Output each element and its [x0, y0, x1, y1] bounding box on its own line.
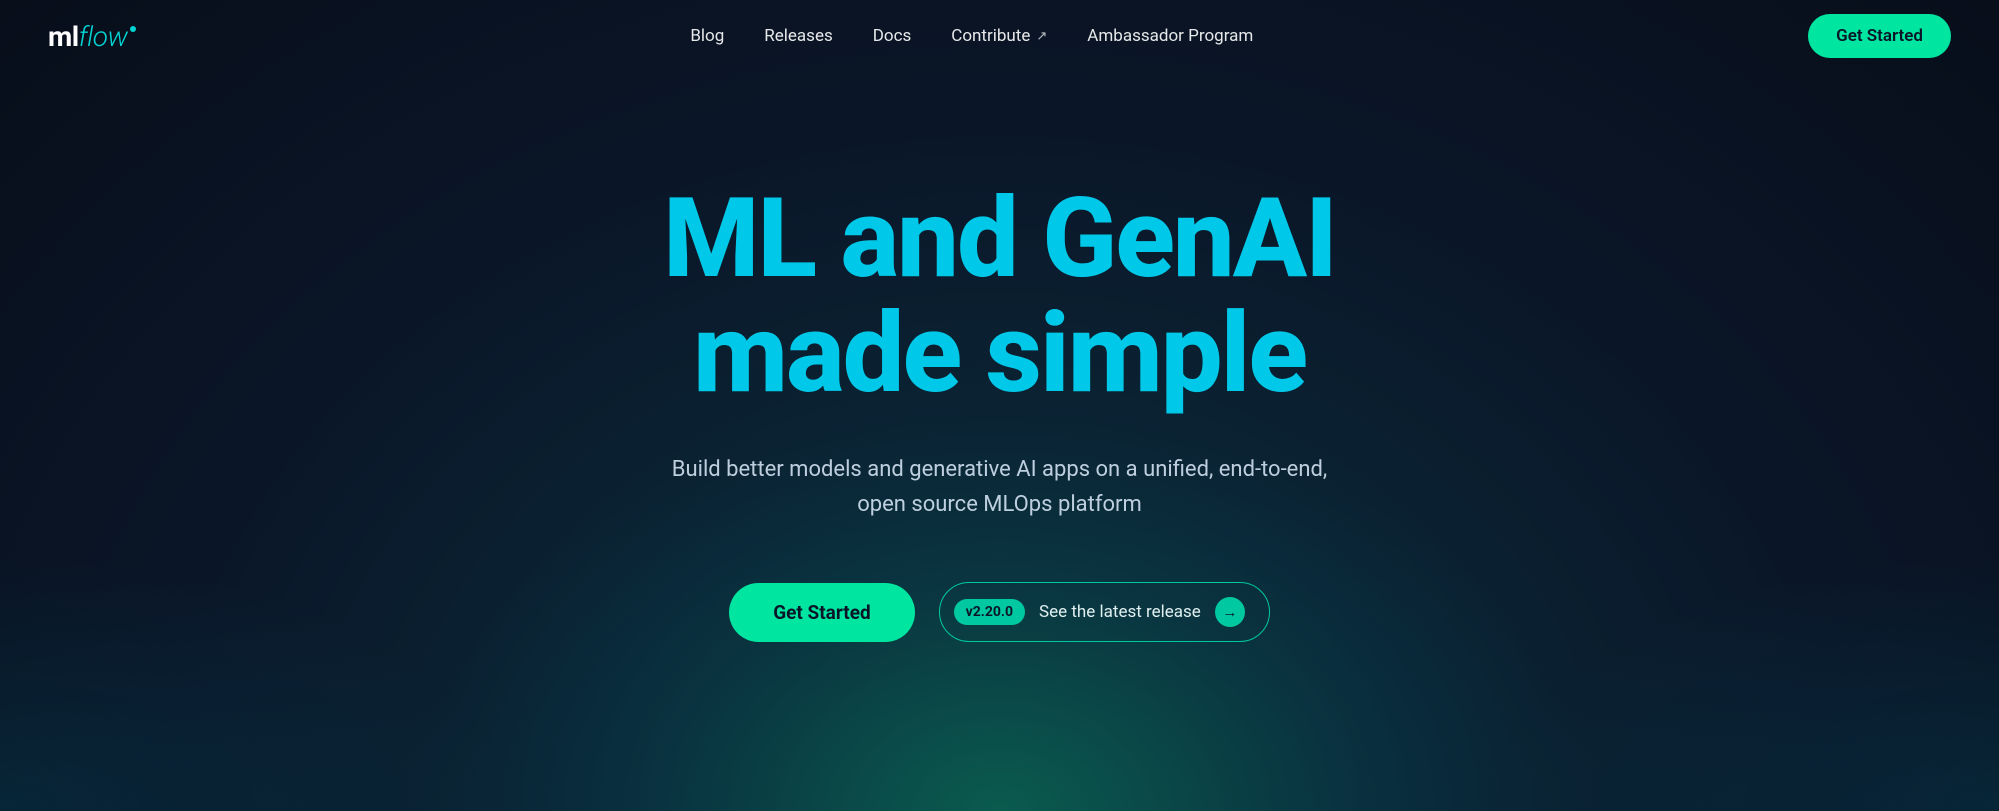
- navbar: mlflow Blog Releases Docs Contribute ↗ A…: [0, 0, 1999, 72]
- hero-subtitle-line2: open source MLOps platform: [857, 492, 1142, 517]
- version-badge: v2.20.0: [954, 599, 1025, 625]
- nav-get-started-button[interactable]: Get Started: [1808, 14, 1951, 58]
- hero-get-started-button[interactable]: Get Started: [729, 583, 914, 642]
- nav-link-releases[interactable]: Releases: [764, 26, 832, 46]
- hero-title: ML and GenAI made simple: [663, 181, 1336, 412]
- hero-subtitle-line1: Build better models and generative AI ap…: [672, 457, 1327, 482]
- nav-item-blog[interactable]: Blog: [690, 26, 724, 46]
- contribute-label: Contribute: [951, 26, 1030, 46]
- hero-title-line2: made simple: [693, 289, 1306, 418]
- nav-item-contribute[interactable]: Contribute ↗: [951, 26, 1047, 46]
- nav-item-releases[interactable]: Releases: [764, 26, 832, 46]
- logo-dot: [130, 26, 136, 32]
- nav-link-blog[interactable]: Blog: [690, 26, 724, 46]
- hero-section: ML and GenAI made simple Build better mo…: [0, 72, 1999, 811]
- nav-item-ambassador[interactable]: Ambassador Program: [1087, 26, 1253, 46]
- page-wrapper: mlflow Blog Releases Docs Contribute ↗ A…: [0, 0, 1999, 811]
- nav-item-docs[interactable]: Docs: [873, 26, 912, 46]
- logo-flow: flow: [79, 20, 128, 53]
- logo-ml: ml: [48, 20, 79, 53]
- external-link-icon: ↗: [1036, 29, 1047, 44]
- nav-link-docs[interactable]: Docs: [873, 26, 912, 46]
- release-text: See the latest release: [1039, 602, 1201, 622]
- arrow-icon: →: [1215, 597, 1245, 627]
- hero-subtitle: Build better models and generative AI ap…: [672, 452, 1327, 522]
- hero-title-line1: ML and GenAI: [663, 174, 1336, 303]
- nav-link-contribute[interactable]: Contribute ↗: [951, 26, 1047, 46]
- logo[interactable]: mlflow: [48, 20, 136, 53]
- hero-buttons: Get Started v2.20.0 See the latest relea…: [729, 582, 1270, 642]
- hero-release-button[interactable]: v2.20.0 See the latest release →: [939, 582, 1270, 642]
- nav-link-ambassador[interactable]: Ambassador Program: [1087, 26, 1253, 46]
- nav-links: Blog Releases Docs Contribute ↗ Ambassad…: [690, 26, 1253, 46]
